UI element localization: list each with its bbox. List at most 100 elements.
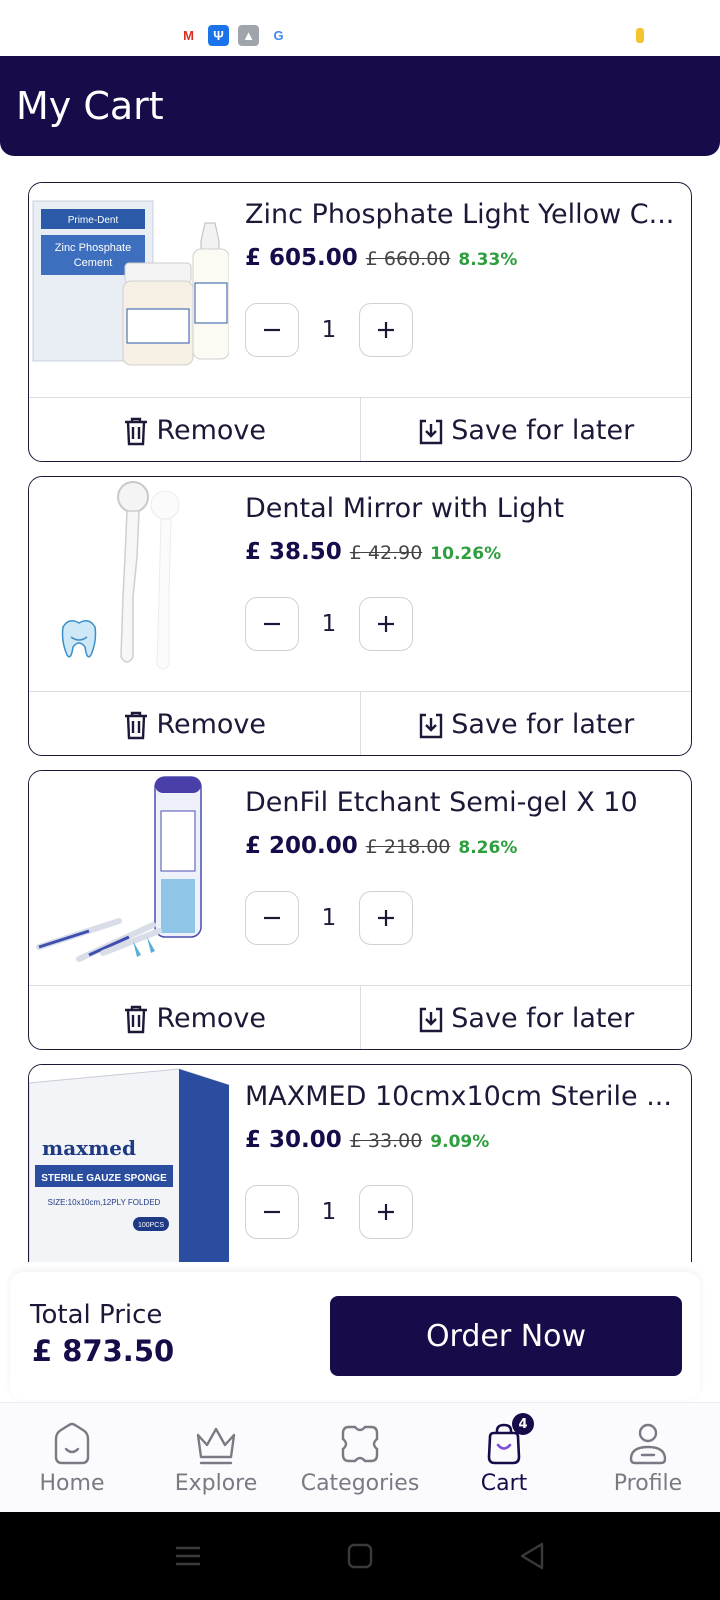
save-for-later-button[interactable]: Save for later xyxy=(359,692,692,755)
nav-item-home[interactable]: Home xyxy=(0,1403,144,1513)
google-icon: G xyxy=(268,25,289,46)
cart-count-badge: 4 xyxy=(512,1413,534,1435)
product-brand-text: Prime-Dent xyxy=(68,215,119,226)
increase-quantity-button[interactable] xyxy=(359,597,413,651)
price-row: £ 200.00 £ 218.00 8.26% xyxy=(245,833,517,859)
save-download-icon xyxy=(420,419,443,444)
notification-icons: M Ψ ▲ G xyxy=(178,25,289,46)
nav-item-explore[interactable]: Explore xyxy=(144,1403,288,1513)
page-title: My Cart xyxy=(16,84,164,128)
drive-icon: ▲ xyxy=(238,25,259,46)
quantity-stepper: 1 xyxy=(245,891,413,945)
cart-item: Dental Mirror with Light £ 38.50 £ 42.90… xyxy=(28,476,692,756)
current-price: £ 605.00 xyxy=(245,245,358,271)
product-image[interactable] xyxy=(29,771,229,985)
card-actions: Remove Save for later xyxy=(29,397,692,461)
profile-icon xyxy=(629,1423,667,1465)
discount-percent: 9.09% xyxy=(430,1132,490,1152)
save-for-later-button[interactable]: Save for later xyxy=(359,398,692,461)
increase-quantity-button[interactable] xyxy=(359,1185,413,1239)
quantity-stepper: 1 xyxy=(245,1185,413,1239)
product-box-brand: maxmed xyxy=(42,1136,136,1160)
remove-label: Remove xyxy=(156,1003,267,1034)
nav-label-cart: Cart xyxy=(480,1471,528,1496)
save-for-later-label: Save for later xyxy=(451,415,635,446)
minus-icon xyxy=(264,622,280,626)
remove-label: Remove xyxy=(156,415,267,446)
quantity-value: 1 xyxy=(321,905,337,931)
product-name[interactable]: DenFil Etchant Semi-gel X 10 xyxy=(245,787,675,818)
discount-percent: 10.26% xyxy=(430,544,502,564)
current-price: £ 30.00 xyxy=(245,1127,342,1153)
increase-quantity-button[interactable] xyxy=(359,891,413,945)
price-row: £ 605.00 £ 660.00 8.33% xyxy=(245,245,517,271)
trash-icon xyxy=(125,1005,148,1033)
price-row: £ 30.00 £ 33.00 9.09% xyxy=(245,1127,489,1153)
back-icon[interactable] xyxy=(516,1540,548,1572)
plus-icon xyxy=(378,616,394,632)
decrease-quantity-button[interactable] xyxy=(245,1185,299,1239)
system-navigation-bar xyxy=(0,1512,720,1600)
save-download-icon xyxy=(420,713,443,738)
recent-apps-icon[interactable] xyxy=(172,1540,204,1572)
save-for-later-button[interactable]: Save for later xyxy=(359,986,692,1049)
discount-percent: 8.26% xyxy=(458,838,518,858)
original-price: £ 33.00 xyxy=(349,1130,423,1152)
save-for-later-label: Save for later xyxy=(451,709,635,740)
nav-item-cart[interactable]: 4 Cart xyxy=(432,1403,576,1513)
quantity-stepper: 1 xyxy=(245,303,413,357)
product-box-count: 100PCS xyxy=(138,1222,164,1229)
product-name[interactable]: Zinc Phosphate Light Yellow C... xyxy=(245,199,675,230)
product-name[interactable]: Dental Mirror with Light xyxy=(245,493,675,524)
minus-icon xyxy=(264,916,280,920)
decrease-quantity-button[interactable] xyxy=(245,891,299,945)
cart-item: DenFil Etchant Semi-gel X 10 £ 200.00 £ … xyxy=(28,770,692,1050)
quantity-value: 1 xyxy=(321,1199,337,1225)
quantity-value: 1 xyxy=(321,611,337,637)
card-actions: Remove Save for later xyxy=(29,691,692,755)
remove-button[interactable]: Remove xyxy=(29,692,360,755)
order-now-button[interactable]: Order Now xyxy=(330,1296,682,1376)
decrease-quantity-button[interactable] xyxy=(245,597,299,651)
battery-indicator-icon xyxy=(636,28,644,43)
product-box-name: STERILE GAUZE SPONGE xyxy=(41,1173,167,1184)
bottom-navigation: Home Explore Categories 4 Cart Profile xyxy=(0,1402,720,1512)
home-button-icon[interactable] xyxy=(344,1540,376,1572)
trash-icon xyxy=(125,711,148,739)
quantity-value: 1 xyxy=(321,317,337,343)
total-price-label: Total Price xyxy=(30,1300,163,1330)
original-price: £ 660.00 xyxy=(365,248,451,270)
quantity-stepper: 1 xyxy=(245,597,413,651)
remove-button[interactable]: Remove xyxy=(29,986,360,1049)
minus-icon xyxy=(264,328,280,332)
svg-text:Cement: Cement xyxy=(74,257,113,269)
total-price-value: £ 873.50 xyxy=(32,1334,175,1368)
cart-list[interactable]: Prime-Dent Zinc Phosphate Cement Zinc Ph… xyxy=(0,156,720,1262)
product-image[interactable] xyxy=(29,477,229,691)
nav-item-categories[interactable]: Categories xyxy=(288,1403,432,1513)
nav-item-profile[interactable]: Profile xyxy=(576,1403,720,1513)
increase-quantity-button[interactable] xyxy=(359,303,413,357)
plus-icon xyxy=(378,910,394,926)
svg-text:Zinc Phosphate: Zinc Phosphate xyxy=(55,242,131,254)
remove-label: Remove xyxy=(156,709,267,740)
product-name[interactable]: MAXMED 10cmx10cm Sterile ... xyxy=(245,1081,675,1112)
decrease-quantity-button[interactable] xyxy=(245,303,299,357)
nav-label-profile: Profile xyxy=(613,1471,683,1496)
original-price: £ 218.00 xyxy=(365,836,451,858)
discount-percent: 8.33% xyxy=(458,250,518,270)
nav-label-home: Home xyxy=(39,1471,105,1496)
nav-label-explore: Explore xyxy=(174,1471,258,1496)
product-image[interactable]: Prime-Dent Zinc Phosphate Cement xyxy=(29,183,229,397)
app-header: My Cart xyxy=(0,56,720,156)
remove-button[interactable]: Remove xyxy=(29,398,360,461)
minus-icon xyxy=(264,1210,280,1214)
price-row: £ 38.50 £ 42.90 10.26% xyxy=(245,539,501,565)
plus-icon xyxy=(378,322,394,338)
current-price: £ 200.00 xyxy=(245,833,358,859)
categories-icon xyxy=(341,1425,379,1463)
checkout-bar: Total Price £ 873.50 Order Now xyxy=(10,1272,700,1400)
cart-item: Prime-Dent Zinc Phosphate Cement Zinc Ph… xyxy=(28,182,692,462)
product-image[interactable]: maxmed STERILE GAUZE SPONGE SIZE:10x10cm… xyxy=(29,1065,229,1262)
card-actions: Remove Save for later xyxy=(29,985,692,1049)
